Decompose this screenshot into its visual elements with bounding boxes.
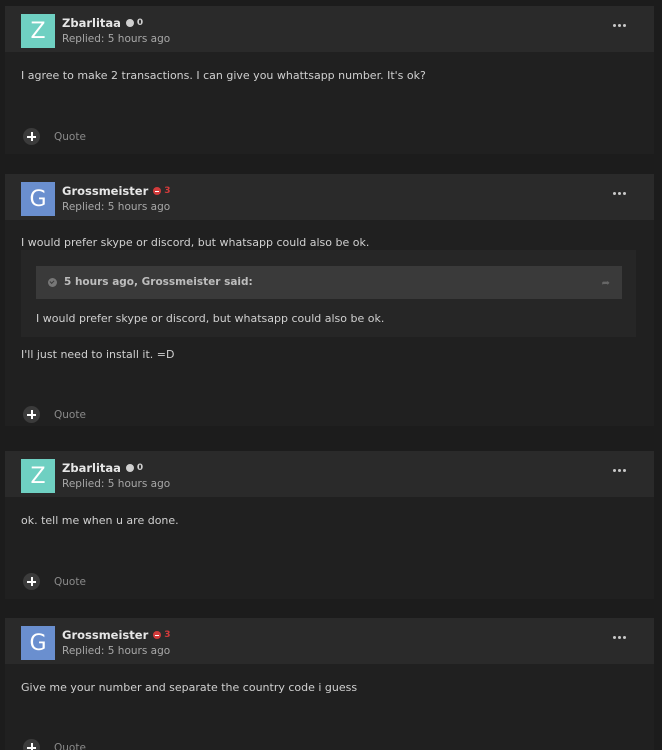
quote-button[interactable]: Quote — [23, 573, 86, 590]
post-body: I agree to make 2 transactions. I can gi… — [21, 69, 426, 82]
author-line: Zbarlitaa 0 — [62, 461, 143, 475]
post-header: G Grossmeister 3 Replied: 5 hours ago — [5, 174, 654, 220]
plus-icon — [23, 406, 40, 423]
plus-icon — [23, 573, 40, 590]
reputation-count: 3 — [164, 186, 171, 196]
quote-label: Quote — [54, 575, 86, 588]
replied-timestamp: Replied: 5 hours ago — [62, 645, 171, 657]
replied-timestamp: Replied: 5 hours ago — [62, 478, 171, 490]
reputation-negative-icon — [153, 187, 162, 195]
avatar[interactable]: G — [21, 626, 55, 660]
author-name[interactable]: Grossmeister — [62, 184, 148, 198]
post-feed: Z Zbarlitaa 0 Replied: 5 hours ago I agr… — [0, 0, 662, 750]
reputation-negative-icon — [153, 631, 162, 639]
post-header: Z Zbarlitaa 0 Replied: 5 hours ago — [5, 6, 654, 52]
replied-timestamp: Replied: 5 hours ago — [62, 33, 171, 45]
reputation-neutral-icon — [125, 19, 134, 27]
avatar[interactable]: Z — [21, 14, 55, 48]
post-2: G Grossmeister 3 Replied: 5 hours ago I … — [5, 174, 654, 426]
reputation-count: 0 — [136, 18, 144, 28]
post-3: Z Zbarlitaa 0 Replied: 5 hours ago ok. t… — [5, 451, 654, 599]
post-body: Give me your number and separate the cou… — [21, 681, 358, 694]
post-4: G Grossmeister 3 Replied: 5 hours ago Gi… — [5, 618, 654, 750]
quote-citation[interactable]: 5 hours ago, Grossmeister said: ➦ — [36, 266, 622, 299]
plus-icon — [23, 128, 40, 145]
quote-button[interactable]: Quote — [23, 406, 86, 423]
quoted-message: 5 hours ago, Grossmeister said: ➦ I woul… — [21, 250, 636, 337]
avatar[interactable]: Z — [21, 459, 55, 493]
author-line: Zbarlitaa 0 — [62, 16, 143, 30]
quote-label: Quote — [54, 741, 86, 750]
post-1: Z Zbarlitaa 0 Replied: 5 hours ago I agr… — [5, 6, 654, 154]
quote-label: Quote — [54, 130, 86, 143]
more-options-icon[interactable] — [613, 192, 626, 195]
author-line: Grossmeister 3 — [62, 184, 171, 198]
post-header: Z Zbarlitaa 0 Replied: 5 hours ago — [5, 451, 654, 497]
more-options-icon[interactable] — [613, 24, 626, 27]
share-arrow-icon[interactable]: ➦ — [602, 278, 610, 289]
more-options-icon[interactable] — [613, 469, 626, 472]
post-body: I would prefer skype or discord, but wha… — [21, 236, 370, 249]
citation-text: 5 hours ago, Grossmeister said: — [64, 276, 253, 288]
avatar[interactable]: G — [21, 182, 55, 216]
author-line: Grossmeister 3 — [62, 628, 171, 642]
author-name[interactable]: Zbarlitaa — [62, 461, 121, 475]
quote-label: Quote — [54, 408, 86, 421]
post-header: G Grossmeister 3 Replied: 5 hours ago — [5, 618, 654, 664]
check-circle-icon — [48, 278, 57, 287]
author-name[interactable]: Zbarlitaa — [62, 16, 121, 30]
quoted-text: I would prefer skype or discord, but wha… — [36, 312, 385, 325]
author-name[interactable]: Grossmeister — [62, 628, 148, 642]
replied-timestamp: Replied: 5 hours ago — [62, 201, 171, 213]
more-options-icon[interactable] — [613, 636, 626, 639]
reputation-count: 0 — [136, 463, 144, 473]
reputation-count: 3 — [164, 630, 171, 640]
quote-button[interactable]: Quote — [23, 128, 86, 145]
post-body-continued: I'll just need to install it. =D — [21, 348, 175, 361]
reputation-neutral-icon — [125, 464, 134, 472]
quote-button[interactable]: Quote — [23, 739, 86, 750]
post-body: ok. tell me when u are done. — [21, 514, 179, 527]
plus-icon — [23, 739, 40, 750]
